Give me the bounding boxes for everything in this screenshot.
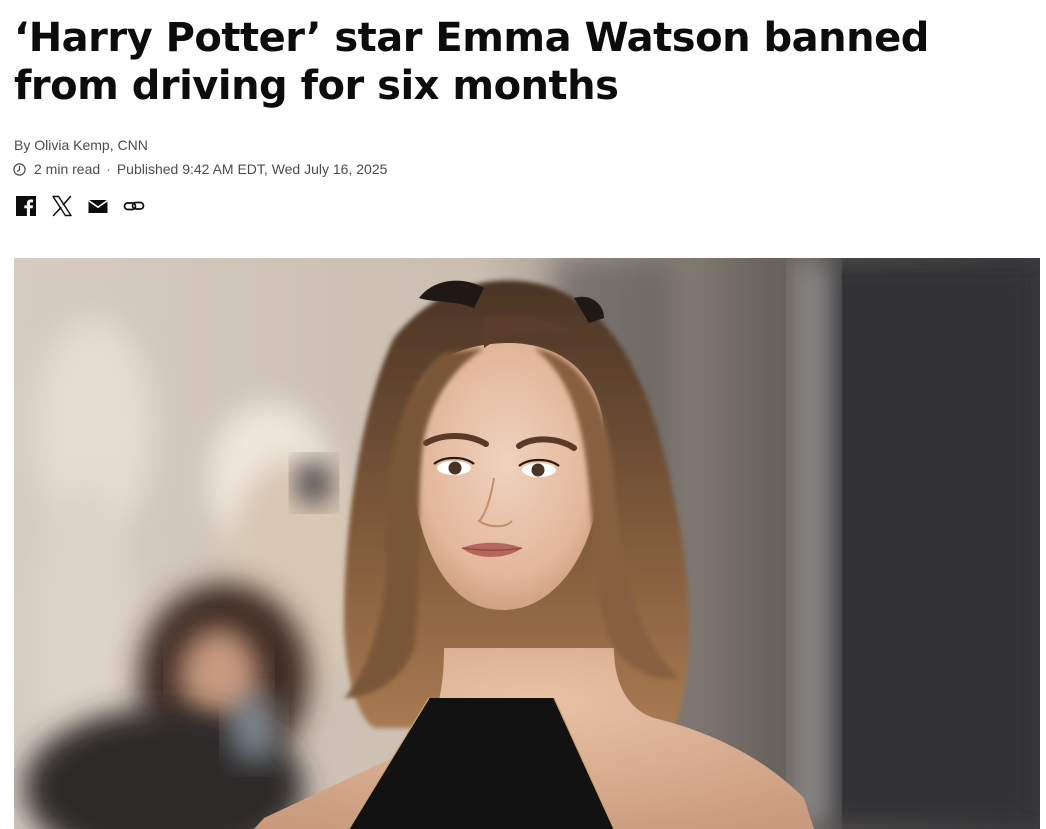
article-meta: 2 min read · Published 9:42 AM EDT, Wed … xyxy=(13,161,387,177)
meta-separator: · xyxy=(106,161,111,177)
byline: By Olivia Kemp, CNN xyxy=(14,137,148,153)
share-facebook-button[interactable] xyxy=(14,195,38,222)
portrait-photo xyxy=(14,258,1040,829)
clock-icon xyxy=(13,162,26,176)
share-email-button[interactable] xyxy=(86,196,110,220)
author-link[interactable]: Olivia Kemp xyxy=(34,137,109,153)
published-timestamp: Published 9:42 AM EDT, Wed July 16, 2025 xyxy=(116,161,388,177)
share-x-button[interactable] xyxy=(50,195,74,222)
facebook-icon xyxy=(15,195,37,222)
link-icon xyxy=(123,195,145,222)
byline-prefix: By xyxy=(14,137,35,153)
share-bar xyxy=(14,195,158,222)
read-time: 2 min read xyxy=(34,161,101,177)
copy-link-button[interactable] xyxy=(122,196,146,220)
outlet-name: CNN xyxy=(117,137,148,153)
article-hero-image xyxy=(14,258,1040,829)
x-icon xyxy=(51,195,73,222)
article-headline: ‘Harry Potter’ star Emma Watson banned f… xyxy=(14,15,929,109)
email-icon xyxy=(87,195,109,222)
